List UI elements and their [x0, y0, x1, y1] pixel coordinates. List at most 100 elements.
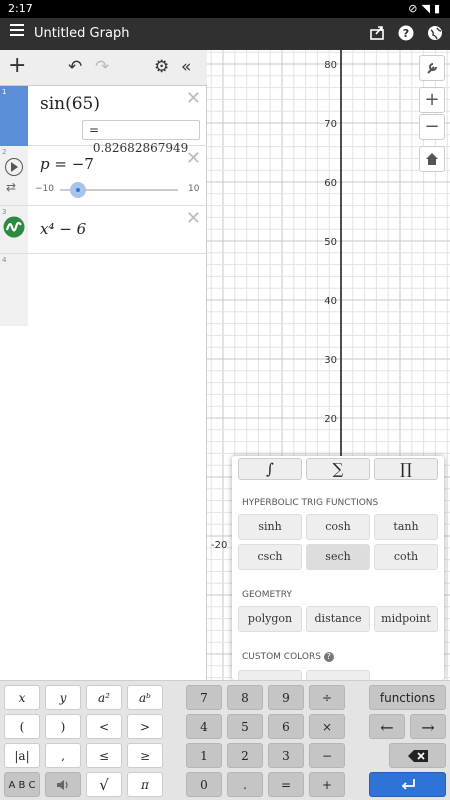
coth-key[interactable]: coth: [374, 544, 438, 570]
key-y[interactable]: y: [45, 685, 81, 710]
zoom-out-icon[interactable]: −: [419, 114, 445, 140]
key-greater-than[interactable]: >: [127, 714, 163, 739]
y-tick-label: 80: [324, 60, 337, 71]
key-2[interactable]: 2: [227, 743, 263, 768]
hyperbolic-section-title: HYPERBOLIC TRIG FUNCTIONS: [242, 498, 379, 508]
tanh-key[interactable]: tanh: [374, 514, 438, 540]
key-1[interactable]: 1: [186, 743, 222, 768]
expression-number: 2: [2, 148, 7, 156]
key-divide[interactable]: ÷: [309, 685, 345, 710]
key-power[interactable]: aᵇ: [127, 685, 163, 710]
math-keypad: x y a² aᵇ 7 8 9 ÷ functions ( ) < > 4 5 …: [0, 680, 450, 800]
graph-title[interactable]: Untitled Graph: [34, 26, 129, 41]
sinh-key[interactable]: sinh: [238, 514, 302, 540]
expression-row[interactable]: 3 x⁴ − 6 ✕: [0, 206, 207, 254]
undo-icon[interactable]: ↶: [68, 57, 82, 77]
custom-color-key-partial[interactable]: [238, 670, 302, 680]
key-8[interactable]: 8: [227, 685, 263, 710]
key-abs[interactable]: |a|: [4, 743, 40, 768]
midpoint-key[interactable]: midpoint: [374, 606, 438, 632]
wrench-icon[interactable]: [419, 55, 445, 81]
key-7[interactable]: 7: [186, 685, 222, 710]
functions-key[interactable]: functions: [369, 685, 446, 710]
graph-style-icon[interactable]: [3, 216, 25, 238]
key-3[interactable]: 3: [268, 743, 304, 768]
left-arrow-icon[interactable]: ←: [369, 714, 405, 739]
cosh-key[interactable]: cosh: [306, 514, 370, 540]
key-pi[interactable]: π: [127, 772, 163, 797]
key-open-paren[interactable]: (: [4, 714, 40, 739]
key-multiply[interactable]: ×: [309, 714, 345, 739]
key-less-than[interactable]: <: [86, 714, 122, 739]
help-circle-icon[interactable]: ?: [323, 652, 334, 662]
add-expression-icon[interactable]: +: [8, 53, 26, 78]
functions-popover: ∫ ∑ ∏ HYPERBOLIC TRIG FUNCTIONS sinh cos…: [232, 456, 444, 680]
globe-icon[interactable]: [426, 25, 444, 43]
delete-expression-icon[interactable]: ✕: [186, 208, 201, 229]
menu-icon[interactable]: [10, 24, 24, 36]
zoom-in-icon[interactable]: +: [419, 87, 445, 113]
svg-text:?: ?: [403, 27, 409, 40]
battery-icon: ▮: [433, 2, 444, 15]
slider-expression[interactable]: p = −7: [40, 155, 94, 173]
backspace-icon[interactable]: [389, 743, 446, 768]
expression-row[interactable]: 1 sin(65) = 0.82682867949 ✕: [0, 86, 207, 155]
key-9[interactable]: 9: [268, 685, 304, 710]
slider-max[interactable]: 10: [188, 184, 199, 194]
evaluation-result: = 0.82682867949: [82, 120, 200, 155]
slider-track[interactable]: [60, 182, 178, 198]
polygon-key[interactable]: polygon: [238, 606, 302, 632]
expression-input[interactable]: x⁴ − 6: [40, 220, 86, 238]
key-less-equal[interactable]: ≤: [86, 743, 122, 768]
key-close-paren[interactable]: ): [45, 714, 81, 739]
share-icon[interactable]: [368, 25, 386, 43]
enter-icon[interactable]: [369, 772, 446, 797]
sum-key[interactable]: ∑: [306, 458, 370, 480]
slider-min[interactable]: −10: [35, 184, 54, 194]
key-square[interactable]: a²: [86, 685, 122, 710]
key-plus[interactable]: +: [309, 772, 345, 797]
key-6[interactable]: 6: [268, 714, 304, 739]
product-key[interactable]: ∏: [374, 458, 438, 480]
key-x[interactable]: x: [4, 685, 40, 710]
key-equals[interactable]: =: [268, 772, 304, 797]
csch-key[interactable]: csch: [238, 544, 302, 570]
geometry-section-title: GEOMETRY: [242, 590, 292, 600]
audio-icon[interactable]: [45, 772, 81, 797]
status-time: 2:17: [8, 2, 33, 15]
collapse-panel-icon[interactable]: «: [181, 57, 191, 77]
delete-expression-icon[interactable]: ✕: [186, 148, 201, 169]
y-tick-label: 40: [324, 296, 337, 307]
redo-icon[interactable]: ↷: [95, 57, 109, 77]
status-icons: ⊘◥▮: [408, 2, 444, 15]
expression-row-empty[interactable]: 4: [0, 254, 207, 294]
key-minus[interactable]: −: [309, 743, 345, 768]
delete-expression-icon[interactable]: ✕: [186, 88, 201, 109]
x-tick-label: -20: [211, 540, 227, 551]
settings-gear-icon[interactable]: ⚙: [154, 57, 169, 77]
key-sqrt[interactable]: √: [86, 772, 122, 797]
loop-icon[interactable]: ⇄: [6, 180, 16, 194]
key-greater-equal[interactable]: ≥: [127, 743, 163, 768]
key-4[interactable]: 4: [186, 714, 222, 739]
custom-color-key-partial[interactable]: [306, 670, 370, 680]
integral-key[interactable]: ∫: [238, 458, 302, 480]
slider-handle[interactable]: [69, 182, 86, 198]
home-icon[interactable]: [419, 146, 445, 172]
key-comma[interactable]: ,: [45, 743, 81, 768]
distance-key[interactable]: distance: [306, 606, 370, 632]
expression-row[interactable]: 2 ⇄ p = −7 −10 10 ✕: [0, 146, 207, 206]
key-5[interactable]: 5: [227, 714, 263, 739]
right-arrow-icon[interactable]: →: [410, 714, 446, 739]
expression-number: 4: [2, 256, 7, 264]
y-tick-label: 60: [324, 178, 337, 189]
expression-number: 3: [2, 208, 7, 216]
expression-input[interactable]: sin(65): [40, 94, 100, 114]
y-tick-label: 20: [324, 414, 337, 425]
help-icon[interactable]: ?: [397, 25, 415, 43]
alphabet-key[interactable]: A B C: [4, 772, 40, 797]
key-0[interactable]: 0: [186, 772, 222, 797]
sech-key[interactable]: sech: [306, 544, 370, 570]
key-decimal[interactable]: .: [227, 772, 263, 797]
play-slider-icon[interactable]: [5, 158, 23, 176]
